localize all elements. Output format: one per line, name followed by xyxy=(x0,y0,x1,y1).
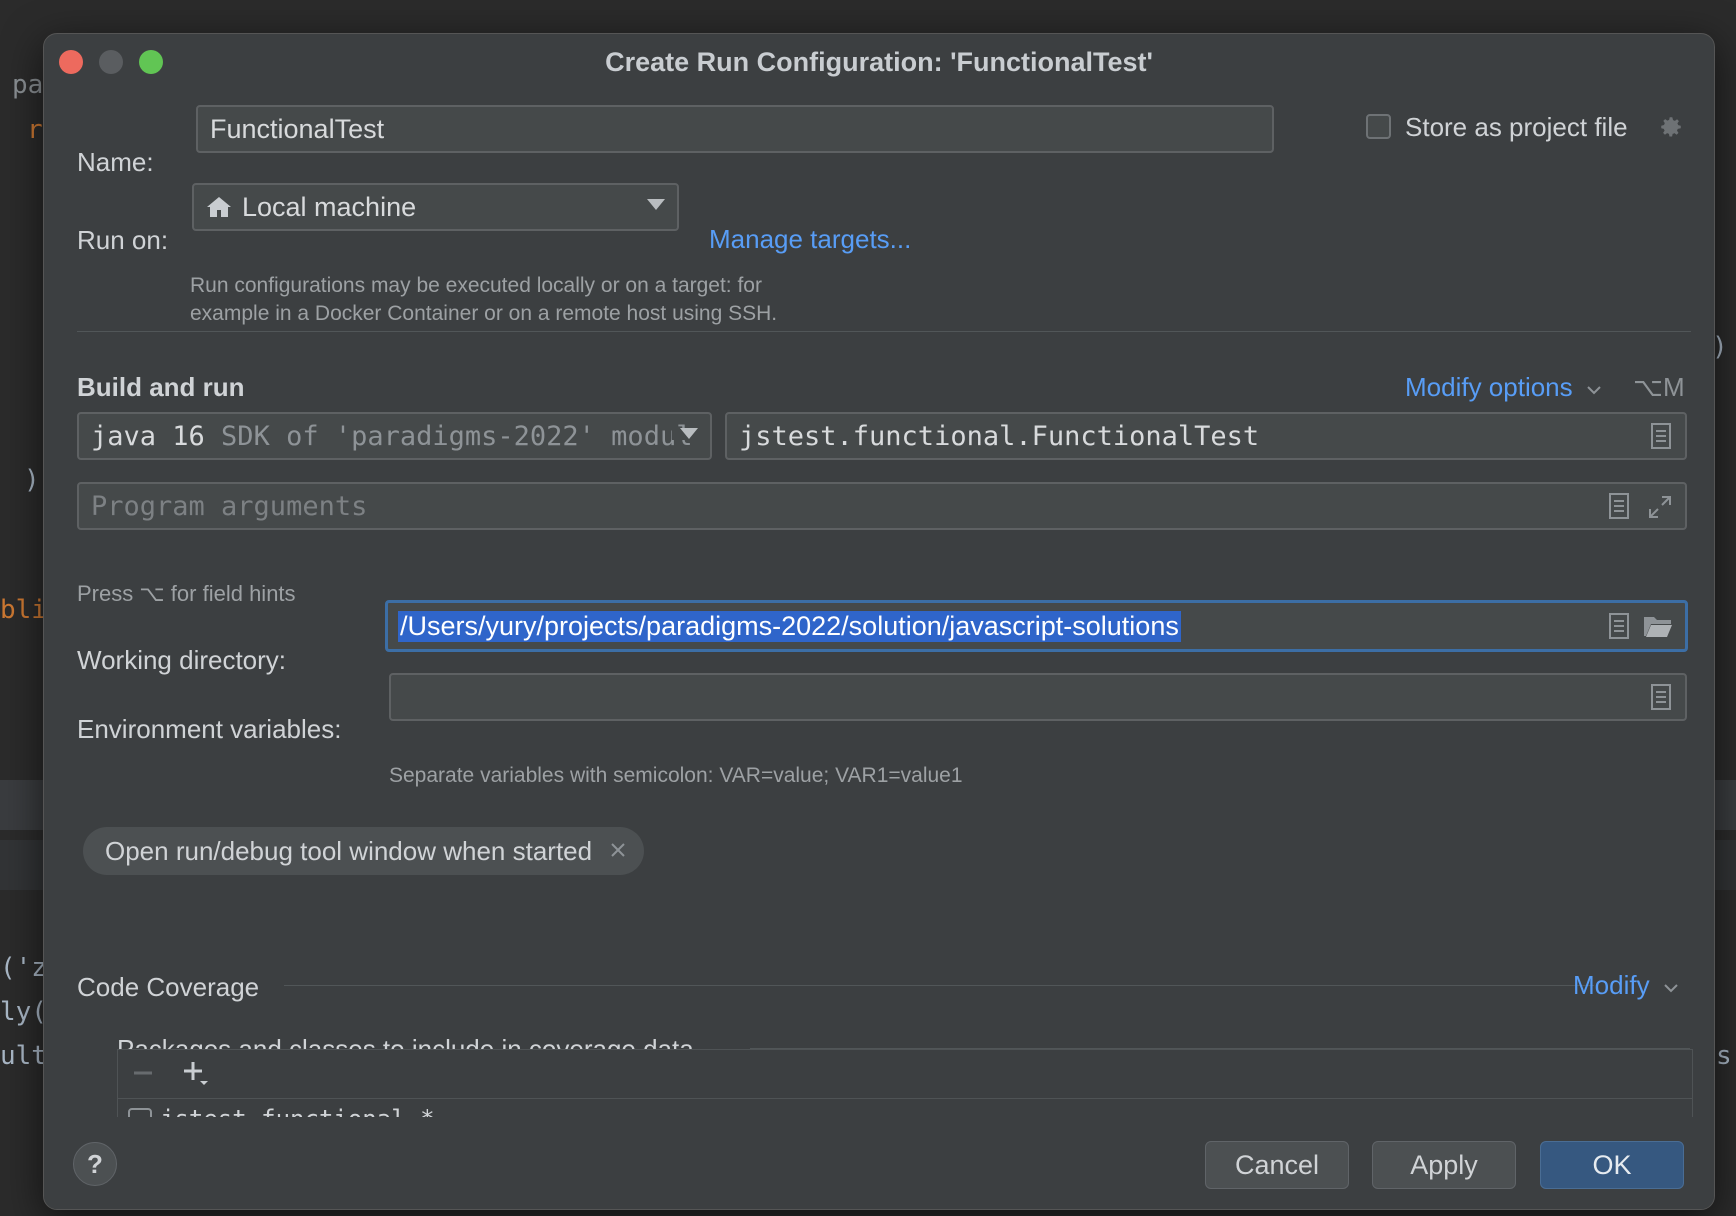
editor-fragment: r xyxy=(27,115,43,145)
code-coverage-heading: Code Coverage xyxy=(77,972,260,1002)
run-on-hint-line1: Run configurations may be executed local… xyxy=(190,274,762,297)
dialog-title: Create Run Configuration: 'FunctionalTes… xyxy=(605,47,1153,77)
working-directory-field[interactable]: /Users/yury/projects/paradigms-2022/solu… xyxy=(385,600,1688,652)
environment-variables-hint: Separate variables with semicolon: VAR=v… xyxy=(389,764,963,787)
run-on-value: Local machine xyxy=(242,191,417,222)
jdk-dropdown[interactable]: java 16 SDK of 'paradigms-2022' modul xyxy=(77,412,712,460)
divider xyxy=(77,331,1691,332)
help-button[interactable]: ? xyxy=(73,1142,117,1186)
apply-button[interactable]: Apply xyxy=(1372,1141,1516,1189)
name-value: FunctionalTest xyxy=(210,113,385,144)
modify-options-link[interactable]: Modify options xyxy=(1405,372,1602,403)
main-class-value: jstest.functional.FunctionalTest xyxy=(739,420,1260,452)
run-configuration-dialog: Create Run Configuration: 'FunctionalTes… xyxy=(43,33,1715,1210)
name-field[interactable]: FunctionalTest xyxy=(196,105,1274,153)
run-on-dropdown[interactable]: Local machine xyxy=(192,183,679,231)
cancel-button[interactable]: Cancel xyxy=(1205,1141,1349,1189)
environment-variables-label: Environment variables: xyxy=(77,714,342,744)
editor-fragment: bli xyxy=(0,595,47,625)
build-and-run-heading: Build and run xyxy=(77,372,245,402)
editor-fragment: ('z xyxy=(0,953,47,983)
open-tool-window-chip[interactable]: Open run/debug tool window when started xyxy=(83,827,645,875)
run-on-label: Run on: xyxy=(77,225,169,255)
editor-fragment: ly( xyxy=(0,997,47,1027)
document-icon[interactable] xyxy=(1651,684,1671,710)
field-hints-text: Press ⌥ for field hints xyxy=(77,581,296,606)
editor-fragment: pa xyxy=(12,70,44,100)
working-directory-label: Working directory: xyxy=(77,645,287,675)
add-icon[interactable] xyxy=(182,1060,210,1088)
program-arguments-field[interactable]: Program arguments xyxy=(77,482,1687,530)
chevron-down-icon xyxy=(1587,386,1601,395)
editor-fragment: s xyxy=(1716,1041,1732,1071)
working-directory-value: /Users/yury/projects/paradigms-2022/solu… xyxy=(398,610,1181,642)
chip-label: Open run/debug tool window when started xyxy=(105,836,593,866)
document-icon[interactable] xyxy=(1609,493,1629,519)
title-bar: Create Run Configuration: 'FunctionalTes… xyxy=(44,34,1714,90)
name-label: Name: xyxy=(77,147,154,177)
coverage-toolbar xyxy=(118,1050,1692,1099)
divider xyxy=(284,985,1594,986)
jdk-detail: SDK of 'paradigms-2022' modul xyxy=(204,420,693,452)
expand-icon[interactable] xyxy=(1647,494,1673,520)
home-icon xyxy=(206,195,232,219)
editor-fragment: ult xyxy=(0,1041,47,1071)
modify-options-label: Modify options xyxy=(1405,372,1573,402)
manage-targets-link[interactable]: Manage targets... xyxy=(709,224,911,255)
chevron-down-icon xyxy=(672,428,698,440)
editor-fragment: ) xyxy=(24,465,40,495)
chevron-down-icon xyxy=(647,199,665,211)
jdk-version: java 16 xyxy=(91,420,205,452)
run-on-hint-line2: example in a Docker Container or on a re… xyxy=(190,302,778,325)
store-label[interactable]: Store as project file xyxy=(1405,112,1628,143)
store-checkbox[interactable] xyxy=(1366,114,1391,139)
ok-button[interactable]: OK xyxy=(1540,1141,1684,1189)
modify-coverage-link[interactable]: Modify xyxy=(1573,970,1679,1001)
program-arguments-placeholder: Program arguments xyxy=(91,490,368,522)
folder-icon[interactable] xyxy=(1643,614,1673,638)
document-icon[interactable] xyxy=(1651,423,1671,449)
gear-icon[interactable] xyxy=(1656,112,1686,142)
modify-options-shortcut: ⌥M xyxy=(1633,372,1685,402)
close-icon[interactable] xyxy=(610,842,626,858)
modify-label: Modify xyxy=(1573,970,1650,1000)
document-icon[interactable] xyxy=(1609,613,1629,639)
remove-icon[interactable] xyxy=(132,1062,154,1084)
environment-variables-field[interactable] xyxy=(389,673,1687,721)
chevron-down-icon xyxy=(1664,984,1678,993)
main-class-field[interactable]: jstest.functional.FunctionalTest xyxy=(725,412,1687,460)
